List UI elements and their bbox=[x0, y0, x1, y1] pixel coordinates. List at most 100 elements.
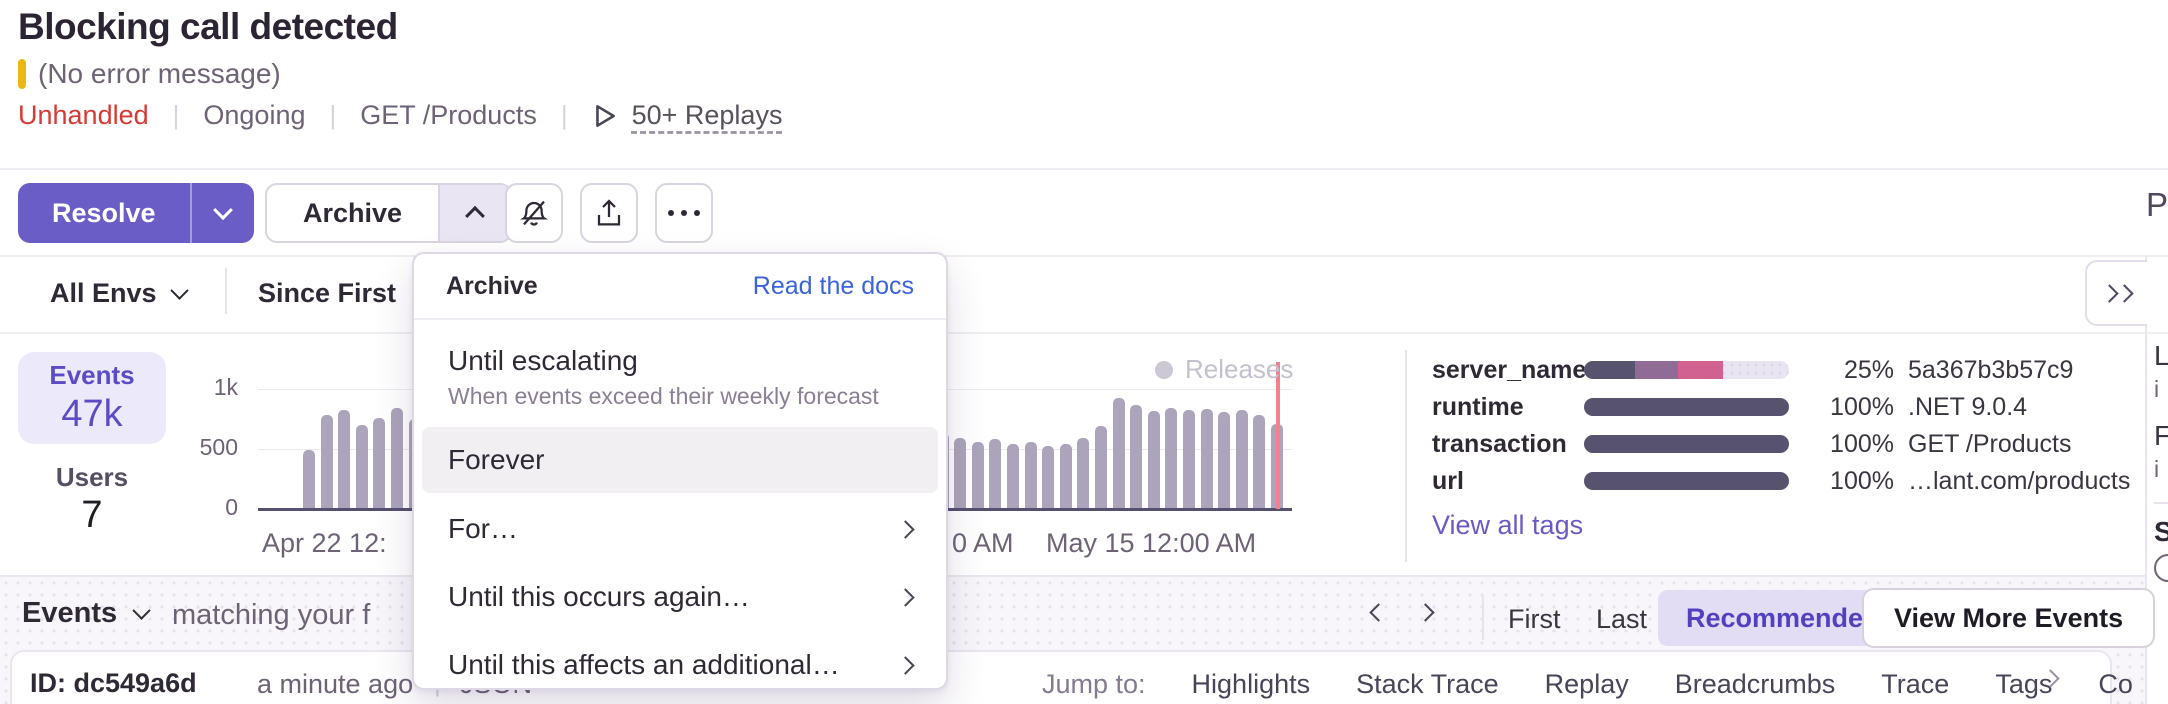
archive-button[interactable]: Archive bbox=[265, 183, 512, 243]
sidebar-text-fragment: L bbox=[2154, 340, 2168, 372]
tag-distribution-bar bbox=[1584, 435, 1789, 453]
event-bar bbox=[1236, 410, 1248, 509]
chevron-down-icon bbox=[132, 601, 150, 619]
event-id[interactable]: ID: dc549a6d bbox=[30, 668, 197, 699]
sidebar-text-fragment: i bbox=[2154, 376, 2159, 403]
x-axis-tick: May 15 12:00 AM bbox=[1046, 528, 1256, 559]
chevron-down-icon bbox=[213, 200, 233, 220]
event-bar bbox=[338, 410, 350, 509]
sidebar-collapse-button[interactable] bbox=[2085, 260, 2147, 326]
chevron-up-icon bbox=[465, 206, 485, 226]
tag-row[interactable]: transaction 100% GET /Products bbox=[1432, 430, 2130, 458]
event-bar bbox=[1007, 444, 1019, 509]
first-event-button[interactable]: First bbox=[1508, 604, 1560, 635]
replay-play-icon bbox=[592, 102, 618, 130]
chevron-down-icon bbox=[170, 281, 188, 299]
date-range-filter[interactable]: Since First bbox=[258, 278, 396, 309]
event-bar bbox=[1148, 411, 1160, 509]
menu-item-until-escalating[interactable]: Until escalating When events exceed thei… bbox=[422, 332, 938, 423]
event-bar bbox=[373, 418, 385, 509]
more-actions-button[interactable] bbox=[655, 183, 713, 243]
upload-icon bbox=[593, 197, 625, 229]
replays-link[interactable]: 50+ Replays bbox=[632, 100, 783, 131]
tag-row[interactable]: url 100% …lant.com/products bbox=[1432, 467, 2130, 495]
previous-event-button[interactable] bbox=[1369, 603, 1387, 621]
view-more-events-button[interactable]: View More Events bbox=[1862, 588, 2155, 648]
events-section-title[interactable]: Events bbox=[22, 597, 148, 630]
legend-dot-icon bbox=[1155, 361, 1173, 379]
event-bar bbox=[1095, 426, 1107, 509]
event-bar bbox=[1060, 444, 1072, 509]
jump-to-nav: Jump to: Highlights Stack Trace Replay B… bbox=[1042, 669, 2133, 700]
archive-dropdown-button[interactable] bbox=[438, 185, 510, 241]
menu-item-for[interactable]: For… bbox=[422, 497, 938, 561]
mute-button[interactable] bbox=[505, 183, 563, 243]
jump-to-breadcrumbs[interactable]: Breadcrumbs bbox=[1675, 669, 1836, 700]
user-avatar-icon bbox=[2154, 554, 2168, 582]
environment-filter[interactable]: All Envs bbox=[50, 278, 186, 309]
share-button[interactable] bbox=[580, 183, 638, 243]
jump-to-tags[interactable]: Tags bbox=[1995, 669, 2052, 700]
error-subtitle-row: (No error message) bbox=[18, 58, 281, 90]
x-axis-tick: 0 AM bbox=[952, 528, 1014, 559]
tag-bar-segment bbox=[1678, 361, 1723, 379]
event-bar bbox=[989, 439, 1001, 509]
users-label[interactable]: Users bbox=[18, 462, 166, 493]
events-count: 47k bbox=[61, 393, 122, 436]
event-pager bbox=[1372, 606, 1432, 619]
event-bar bbox=[391, 408, 403, 509]
pager-divider bbox=[1482, 596, 1484, 640]
event-bar bbox=[356, 425, 368, 509]
filter-bar-divider bbox=[0, 332, 2168, 334]
last-event-button[interactable]: Last bbox=[1596, 604, 1647, 635]
menu-item-forever[interactable]: Forever bbox=[422, 427, 938, 493]
tag-bar-segment bbox=[1584, 472, 1789, 490]
jump-to-replay[interactable]: Replay bbox=[1545, 669, 1629, 700]
jump-to-label: Jump to: bbox=[1042, 669, 1146, 700]
resolve-dropdown-button[interactable] bbox=[192, 183, 254, 243]
event-bar bbox=[1077, 438, 1089, 509]
tags-panel: server_name 25% 5a367b3b57c9 runtime 100… bbox=[1432, 356, 2130, 495]
unhandled-badge: Unhandled bbox=[18, 100, 149, 131]
archive-dropdown-menu: Archive Read the docs Until escalating W… bbox=[412, 252, 948, 690]
y-axis-tick: 500 bbox=[168, 434, 238, 461]
view-all-tags-link[interactable]: View all tags bbox=[1432, 510, 1583, 541]
chevron-right-icon bbox=[896, 588, 914, 606]
event-timestamp: a minute ago bbox=[257, 669, 413, 700]
archive-menu-title: Archive bbox=[446, 272, 538, 301]
jump-to-trace[interactable]: Trace bbox=[1881, 669, 1949, 700]
jump-to-stack-trace[interactable]: Stack Trace bbox=[1356, 669, 1499, 700]
menu-item-until-affects-additional[interactable]: Until this affects an additional… bbox=[422, 633, 938, 697]
event-bar bbox=[303, 450, 315, 509]
level-indicator-bar bbox=[18, 59, 26, 89]
event-bar bbox=[954, 438, 966, 509]
resolve-button[interactable]: Resolve bbox=[18, 183, 254, 243]
events-count-tab[interactable]: Events 47k bbox=[18, 352, 166, 444]
bell-slash-icon bbox=[518, 197, 550, 229]
tags-panel-divider bbox=[1405, 350, 1407, 562]
users-count: 7 bbox=[18, 494, 166, 537]
menu-item-until-occurs-again[interactable]: Until this occurs again… bbox=[422, 565, 938, 629]
y-axis-tick: 1k bbox=[168, 374, 238, 401]
event-bar bbox=[1130, 405, 1142, 509]
jump-to-context[interactable]: Co bbox=[2098, 669, 2133, 700]
event-bar bbox=[1025, 442, 1037, 509]
filter-divider bbox=[225, 268, 227, 314]
event-bar bbox=[1165, 408, 1177, 509]
tag-distribution-bar bbox=[1584, 472, 1789, 490]
jump-to-highlights[interactable]: Highlights bbox=[1192, 669, 1311, 700]
tag-row[interactable]: runtime 100% .NET 9.0.4 bbox=[1432, 393, 2130, 421]
releases-legend[interactable]: Releases bbox=[1155, 354, 1293, 385]
event-bar bbox=[1218, 412, 1230, 509]
page-title: Blocking call detected bbox=[18, 6, 398, 48]
tag-row[interactable]: server_name 25% 5a367b3b57c9 bbox=[1432, 356, 2130, 384]
next-event-button[interactable] bbox=[1416, 603, 1434, 621]
read-the-docs-link[interactable]: Read the docs bbox=[753, 272, 914, 301]
sidebar-text-fragment: i bbox=[2154, 456, 2159, 483]
sidebar-section-divider bbox=[2154, 502, 2168, 504]
transaction-label: GET /Products bbox=[360, 100, 537, 131]
tag-bar-segment bbox=[1584, 398, 1789, 416]
event-bar bbox=[1183, 410, 1195, 509]
status-badge: Ongoing bbox=[203, 100, 305, 131]
tag-distribution-bar bbox=[1584, 398, 1789, 416]
